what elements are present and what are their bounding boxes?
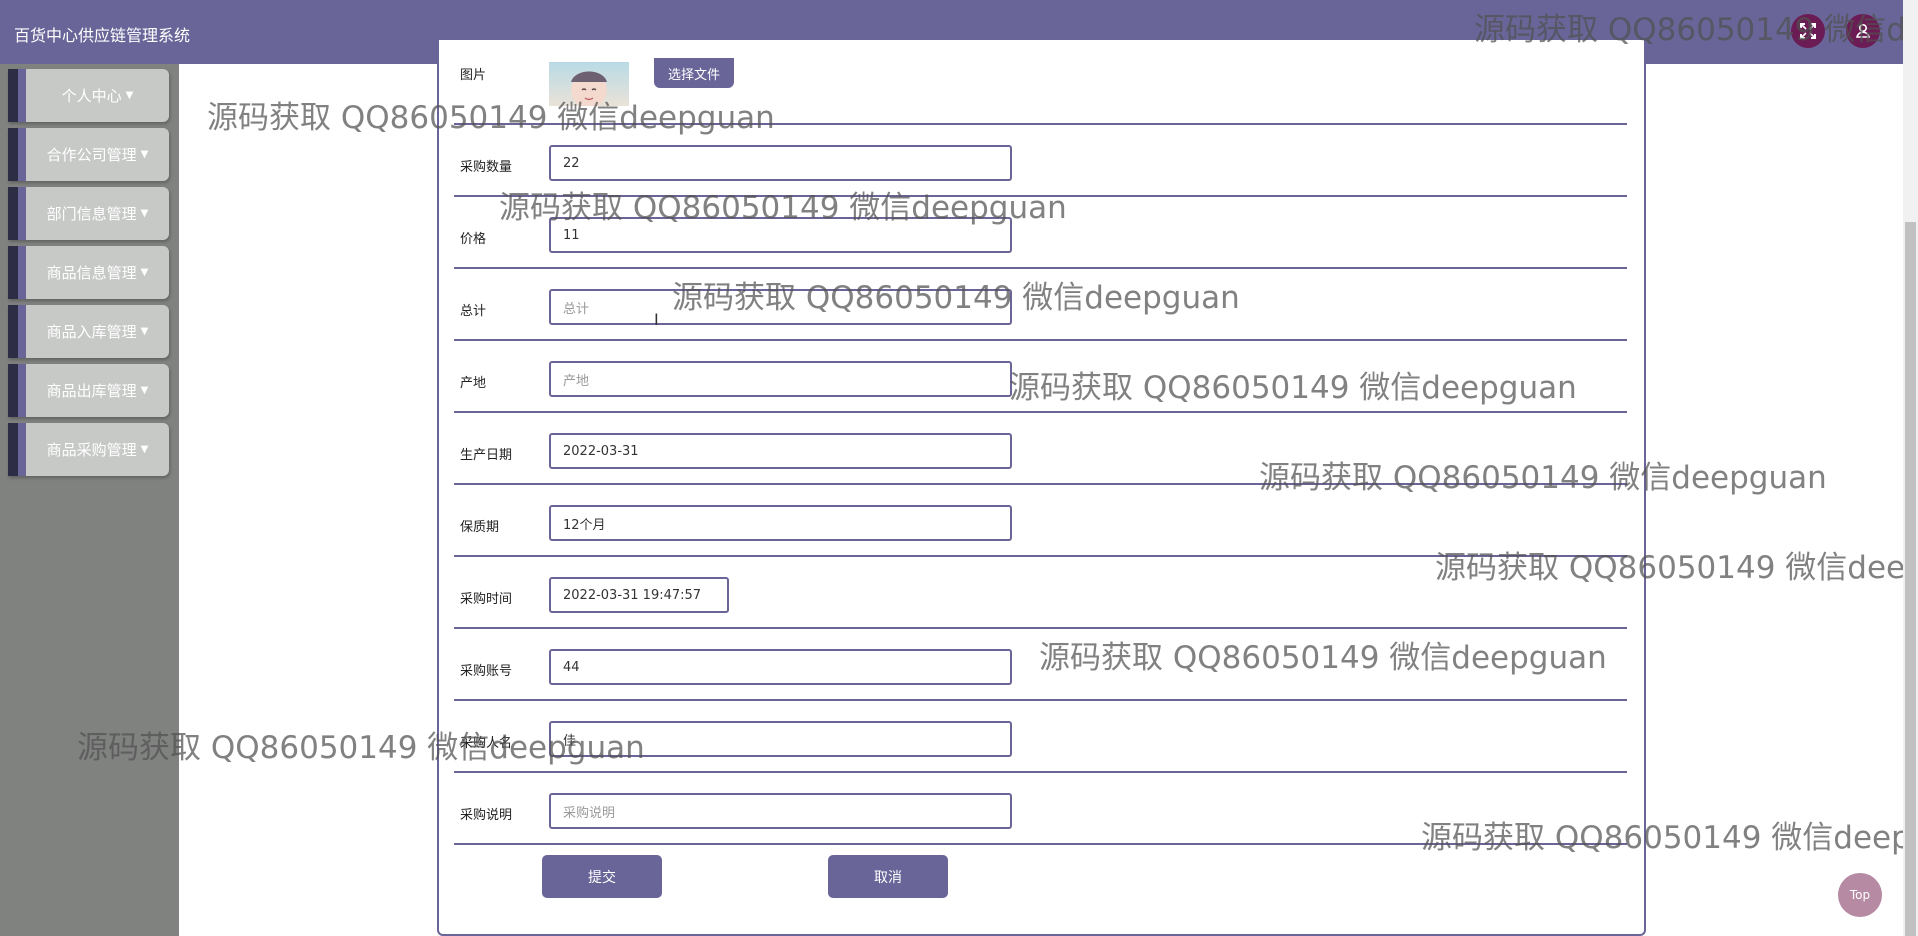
sidebar-item-label: 商品信息管理 [46, 264, 137, 282]
total-input[interactable]: 总计 [549, 289, 1012, 325]
fullscreen-button[interactable] [1791, 14, 1825, 48]
sidebar-item-label: 部门信息管理 [46, 205, 137, 223]
cancel-button[interactable]: 取消 [828, 855, 948, 898]
sidebar-item-label: 商品采购管理 [46, 441, 137, 459]
field-label: 采购账号 [460, 664, 513, 679]
sidebar-item-label: 个人中心 [61, 87, 122, 105]
caret-down-icon: ▼ [140, 326, 149, 337]
field-label: 采购说明 [460, 808, 513, 823]
field-label: 采购数量 [460, 160, 513, 175]
production-date-input[interactable]: 2022-03-31 [549, 433, 1012, 469]
shelf-life-input[interactable]: 12个月 [549, 505, 1012, 541]
sidebar-item-department-info[interactable]: 部门信息管理 ▼ [8, 187, 169, 240]
sidebar: 个人中心 ▼ 合作公司管理 ▼ 部门信息管理 ▼ 商品信息管理 ▼ 商品入库管理 ▼ 商品… [0, 64, 179, 936]
sidebar-item-label: 商品出库管理 [46, 382, 137, 400]
user-menu-button[interactable] [1846, 14, 1880, 48]
field-label: 采购时间 [460, 592, 513, 607]
purchase-notes-input[interactable]: 采购说明 [549, 793, 1012, 829]
thumbnail-illustration [571, 71, 607, 106]
sidebar-item-product-inbound[interactable]: 商品入库管理 ▼ [8, 305, 169, 358]
page-scrollbar-thumb[interactable] [1905, 222, 1916, 936]
price-input[interactable]: 11 [549, 217, 1012, 253]
purchase-time-input[interactable]: 2022-03-31 19:47:57 [549, 577, 729, 613]
field-label: 生产日期 [460, 448, 513, 463]
sidebar-item-partner-company[interactable]: 合作公司管理 ▼ [8, 128, 169, 181]
image-label: 图片 [460, 68, 487, 83]
submit-button[interactable]: 提交 [542, 855, 662, 898]
sidebar-item-product-purchase[interactable]: 商品采购管理 ▼ [8, 423, 169, 476]
text-cursor-icon: I [654, 310, 659, 329]
caret-down-icon: ▼ [140, 385, 149, 396]
sidebar-item-personal-center[interactable]: 个人中心 ▼ [8, 69, 169, 122]
app-title: 百货中心供应链管理系统 [14, 26, 191, 45]
origin-input[interactable]: 产地 [549, 361, 1012, 397]
sidebar-item-product-outbound[interactable]: 商品出库管理 ▼ [8, 364, 169, 417]
purchase-quantity-input[interactable]: 22 [549, 145, 1012, 181]
purchaser-name-input[interactable]: 佳 [549, 721, 1012, 757]
form-row-image: 图片 [454, 64, 1627, 125]
purchase-account-input[interactable]: 44 [549, 649, 1012, 685]
sidebar-item-product-info[interactable]: 商品信息管理 ▼ [8, 246, 169, 299]
user-icon [1855, 23, 1871, 38]
field-label: 总计 [460, 304, 487, 319]
sidebar-item-label: 商品入库管理 [46, 323, 137, 341]
fullscreen-icon [1800, 23, 1816, 39]
caret-down-icon: ▼ [125, 90, 134, 101]
sidebar-item-label: 合作公司管理 [46, 146, 137, 164]
back-to-top-button[interactable]: Top [1838, 873, 1882, 917]
field-label: 价格 [460, 232, 487, 247]
field-label: 产地 [460, 376, 487, 391]
caret-down-icon: ▼ [140, 444, 149, 455]
product-thumbnail [549, 62, 629, 106]
caret-down-icon: ▼ [140, 208, 149, 219]
choose-file-button[interactable]: 选择文件 [654, 58, 734, 88]
caret-down-icon: ▼ [140, 149, 149, 160]
field-label: 保质期 [460, 520, 500, 535]
caret-down-icon: ▼ [140, 267, 149, 278]
field-label: 采购人名 [460, 736, 513, 751]
